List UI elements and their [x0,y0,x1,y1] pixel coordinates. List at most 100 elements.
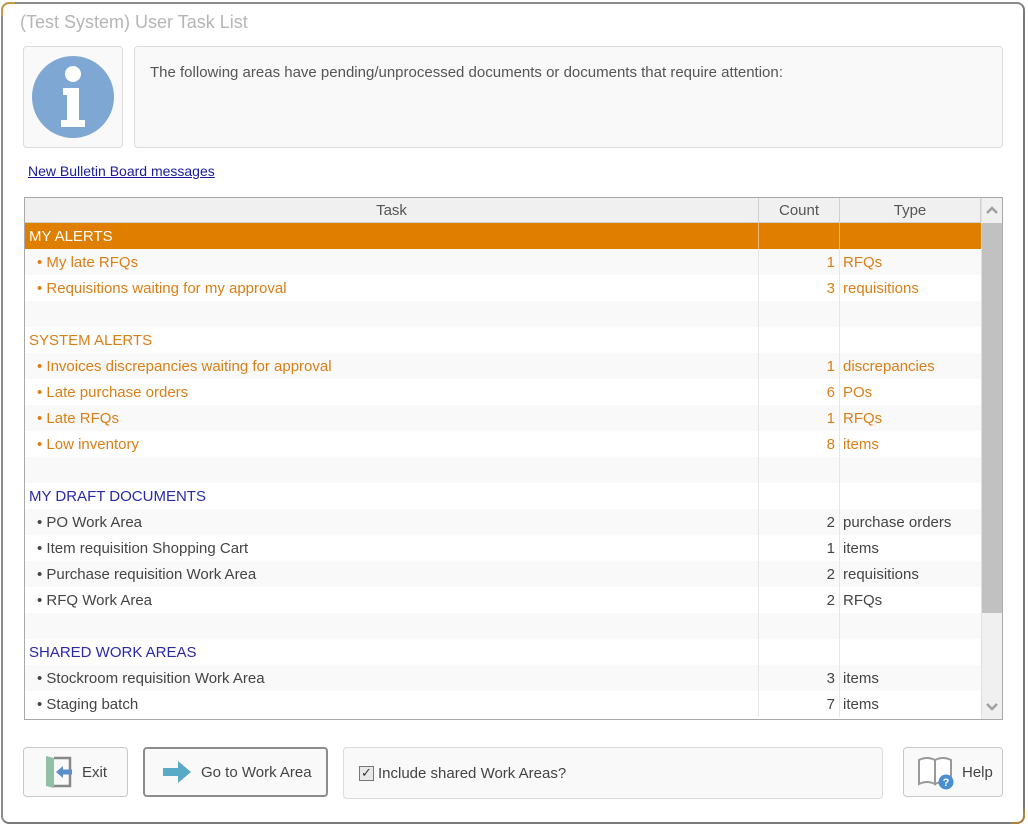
cell-task: • Late RFQs [25,405,759,431]
help-book-icon: ? [918,757,954,790]
cell-type [840,301,981,327]
cell-count: 3 [759,665,840,691]
grid-body: MY ALERTS • My late RFQs 1 RFQs • Requisitio… [25,223,981,717]
task-row[interactable]: • Staging batch 7 items [25,691,981,717]
cell-type: purchase orders [843,513,952,531]
cell-task: SHARED WORK AREAS [25,639,759,665]
info-icon-panel [23,46,123,148]
window-title: (Test System) User Task List [20,12,248,32]
cell-type [840,327,981,353]
cell-type: RFQs [843,253,883,271]
task-row[interactable]: • Late RFQs 1 RFQs [25,405,981,431]
cell-type [840,613,981,639]
cell-count: 3 [759,275,840,301]
cell-type: items [843,695,879,713]
cell-type: RFQs [843,409,883,427]
cell-count: 1 [759,353,840,379]
blank-row[interactable] [25,301,981,327]
cell-count: 2 [759,509,840,535]
section-row[interactable]: SYSTEM ALERTS [25,327,981,353]
exit-button[interactable]: Exit [23,747,128,797]
cell-count: 8 [759,431,840,457]
cell-task: • Low inventory [25,431,759,457]
cell-task: • My late RFQs [25,249,759,275]
cell-task: MY DRAFT DOCUMENTS [25,483,759,509]
cell-count [759,301,840,327]
cell-count: 1 [759,249,840,275]
task-list-window: (Test System) User Task List The followi… [1,2,1025,824]
cell-count [759,457,840,483]
cell-task: • Staging batch [25,691,759,717]
section-row[interactable]: SHARED WORK AREAS [25,639,981,665]
column-header-type[interactable]: Type [840,198,981,222]
info-message: The following areas have pending/unproce… [134,46,1003,148]
task-row[interactable]: • PO Work Area 2 purchase orders [25,509,981,535]
cell-count: 6 [759,379,840,405]
cell-type: RFQs [843,591,883,609]
task-row[interactable]: • Purchase requisition Work Area 2 requisi… [25,561,981,587]
info-icon [32,56,114,138]
cell-type [840,223,981,249]
cell-task: • PO Work Area [25,509,759,535]
help-button[interactable]: ? Help [903,747,1003,797]
task-row[interactable]: • Stockroom requisition Work Area 3 items [25,665,981,691]
scroll-down-button[interactable] [982,695,1002,719]
include-shared-label[interactable]: Include shared Work Areas? [378,765,566,782]
cell-task: • Item requisition Shopping Cart [25,535,759,561]
cell-type: discrepancies [843,357,935,375]
cell-task: • Late purchase orders [25,379,759,405]
chevron-up-icon [986,206,998,214]
exit-door-icon [46,756,72,788]
task-row[interactable]: • Invoices discrepancies waiting for app… [25,353,981,379]
cell-task: • Requisitions waiting for my approval [25,275,759,301]
cell-type: items [843,539,879,557]
task-row[interactable]: • My late RFQs 1 RFQs [25,249,981,275]
scroll-up-button[interactable] [982,198,1002,222]
task-grid: Task Count Type MY ALERTS • My late RFQs 1… [24,197,1003,720]
cell-type: requisitions [843,279,919,297]
blank-row[interactable] [25,457,981,483]
task-row[interactable]: • Late purchase orders 6 POs [25,379,981,405]
include-shared-panel: ✓ Include shared Work Areas? [343,747,883,799]
column-header-count[interactable]: Count [759,198,840,222]
section-row[interactable]: MY DRAFT DOCUMENTS [25,483,981,509]
cell-type: items [843,435,879,453]
cell-task [25,613,759,639]
help-label: Help [962,763,993,781]
vertical-scrollbar[interactable] [981,198,1002,719]
cell-count: 7 [759,691,840,717]
cell-task [25,457,759,483]
cell-count: 1 [759,405,840,431]
cell-task: SYSTEM ALERTS [25,327,759,353]
chevron-down-icon [986,703,998,711]
task-row[interactable]: • Requisitions waiting for my approval 3 r… [25,275,981,301]
section-row[interactable]: MY ALERTS [25,223,981,249]
scroll-thumb[interactable] [982,223,1002,613]
arrow-right-icon [163,761,191,783]
column-header-task[interactable]: Task [25,198,759,222]
bulletin-board-link[interactable]: New Bulletin Board messages [28,163,215,179]
cell-count [759,613,840,639]
go-to-work-area-label: Go to Work Area [201,763,312,781]
cell-count [759,483,840,509]
cell-task: MY ALERTS [25,223,759,249]
cell-type: items [843,669,879,687]
cell-type [840,457,981,483]
cell-type [840,639,981,665]
cell-task: • RFQ Work Area [25,587,759,613]
cell-count: 1 [759,535,840,561]
cell-count: 2 [759,587,840,613]
cell-count [759,327,840,353]
task-row[interactable]: • Item requisition Shopping Cart 1 items [25,535,981,561]
svg-text:?: ? [943,777,950,789]
task-row[interactable]: • Low inventory 8 items [25,431,981,457]
cell-task [25,301,759,327]
include-shared-checkbox[interactable]: ✓ [359,765,374,781]
cell-count: 2 [759,561,840,587]
cell-type: POs [843,383,873,401]
blank-row[interactable] [25,613,981,639]
task-row[interactable]: • RFQ Work Area 2 RFQs [25,587,981,613]
go-to-work-area-button[interactable]: Go to Work Area [143,747,328,797]
grid-header: Task Count Type [25,198,981,223]
cell-type: requisitions [843,565,919,583]
